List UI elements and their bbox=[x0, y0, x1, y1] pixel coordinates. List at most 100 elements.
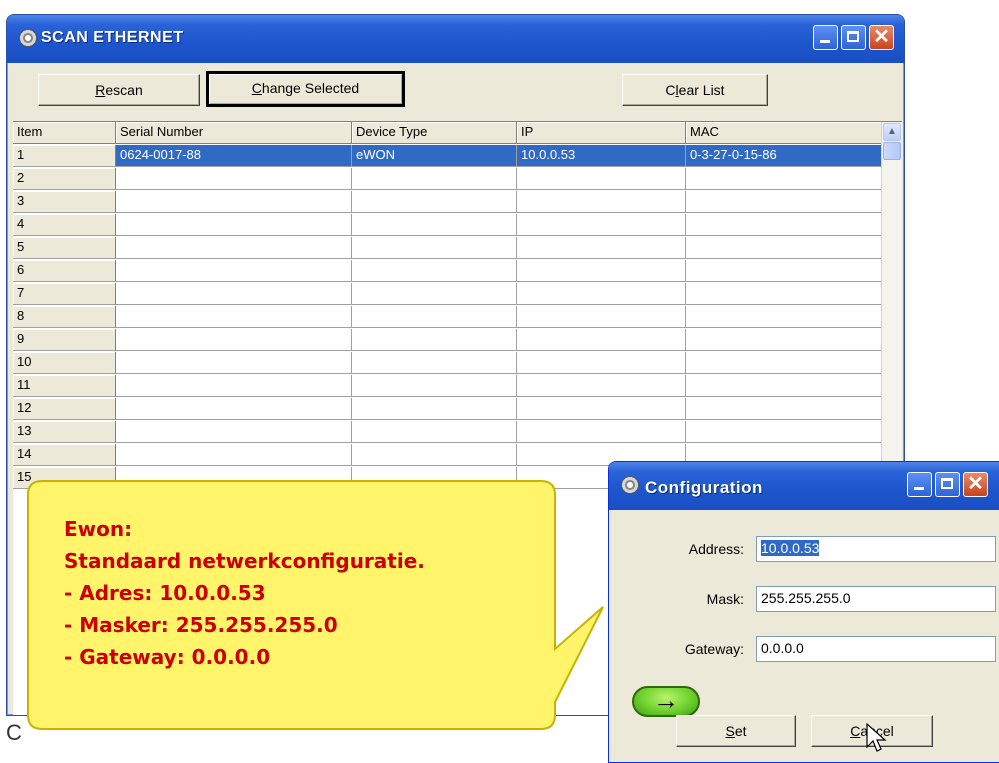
cell-ip[interactable] bbox=[517, 260, 686, 282]
cell-item[interactable]: 10 bbox=[13, 352, 116, 374]
callout-line: - Adres: 10.0.0.53 bbox=[64, 581, 266, 605]
cell-type[interactable] bbox=[352, 444, 517, 466]
change-selected-button[interactable]: Change Selected bbox=[206, 71, 405, 107]
cell-serial[interactable] bbox=[116, 375, 352, 397]
cell-mac[interactable] bbox=[686, 398, 882, 420]
cell-item[interactable]: 5 bbox=[13, 237, 116, 259]
address-field[interactable]: 10.0.0.53 bbox=[756, 536, 996, 562]
scroll-up-icon[interactable]: ▲ bbox=[883, 123, 901, 141]
close-button[interactable]: ✕ bbox=[869, 25, 894, 50]
cell-mac[interactable]: 0-3-27-0-15-86 bbox=[686, 145, 882, 167]
cell-mac[interactable] bbox=[686, 214, 882, 236]
mask-field[interactable]: 255.255.255.0 bbox=[756, 586, 996, 612]
cell-type[interactable] bbox=[352, 421, 517, 443]
cell-ip[interactable] bbox=[517, 329, 686, 351]
cell-ip[interactable] bbox=[517, 237, 686, 259]
cell-serial[interactable] bbox=[116, 283, 352, 305]
cell-mac[interactable] bbox=[686, 237, 882, 259]
col-header-type[interactable]: Device Type bbox=[352, 122, 517, 144]
cell-ip[interactable] bbox=[517, 398, 686, 420]
cell-item[interactable]: 2 bbox=[13, 168, 116, 190]
cell-serial[interactable] bbox=[116, 168, 352, 190]
clear-list-label: Clear List bbox=[665, 82, 725, 98]
cell-ip[interactable] bbox=[517, 283, 686, 305]
title-bar[interactable]: SCAN ETHERNET ✕ bbox=[7, 15, 904, 63]
cell-mac[interactable] bbox=[686, 375, 882, 397]
cell-ip[interactable] bbox=[517, 168, 686, 190]
cell-item[interactable]: 8 bbox=[13, 306, 116, 328]
arrow-right-button[interactable]: → bbox=[632, 686, 700, 717]
cell-mac[interactable] bbox=[686, 168, 882, 190]
rescan-button[interactable]: Rescan bbox=[38, 74, 200, 106]
cell-mac[interactable] bbox=[686, 283, 882, 305]
cell-item[interactable]: 12 bbox=[13, 398, 116, 420]
cell-mac[interactable] bbox=[686, 191, 882, 213]
cell-ip[interactable] bbox=[517, 306, 686, 328]
cell-item[interactable]: 3 bbox=[13, 191, 116, 213]
address-value: 10.0.0.53 bbox=[761, 540, 820, 556]
cell-serial[interactable] bbox=[116, 329, 352, 351]
callout-text: Ewon: Standaard netwerkconfiguratie. - A… bbox=[64, 513, 425, 673]
maximize-button[interactable] bbox=[841, 25, 866, 50]
set-button[interactable]: Set bbox=[676, 715, 796, 747]
dialog-close-button[interactable]: ✕ bbox=[963, 472, 988, 497]
cell-item[interactable]: 14 bbox=[13, 444, 116, 466]
cell-mac[interactable] bbox=[686, 352, 882, 374]
cell-item[interactable]: 13 bbox=[13, 421, 116, 443]
cell-item[interactable]: 9 bbox=[13, 329, 116, 351]
cell-serial[interactable] bbox=[116, 214, 352, 236]
col-header-serial[interactable]: Serial Number bbox=[116, 122, 352, 144]
col-header-item[interactable]: Item bbox=[13, 122, 116, 144]
gateway-field[interactable]: 0.0.0.0 bbox=[756, 636, 996, 662]
cell-type[interactable] bbox=[352, 191, 517, 213]
dialog-maximize-button[interactable] bbox=[935, 472, 960, 497]
cell-ip[interactable] bbox=[517, 421, 686, 443]
cell-serial[interactable] bbox=[116, 260, 352, 282]
cell-item[interactable]: 11 bbox=[13, 375, 116, 397]
change-selected-label: Change Selected bbox=[251, 80, 360, 96]
dialog-title-bar[interactable]: Configuration ✕ bbox=[609, 462, 999, 510]
cell-type[interactable] bbox=[352, 214, 517, 236]
col-header-ip[interactable]: IP bbox=[517, 122, 686, 144]
mask-value: 255.255.255.0 bbox=[761, 590, 851, 606]
cell-type[interactable]: eWON bbox=[352, 145, 517, 167]
cell-type[interactable] bbox=[352, 283, 517, 305]
minimize-button[interactable] bbox=[813, 25, 838, 50]
cell-serial[interactable] bbox=[116, 306, 352, 328]
cell-serial[interactable] bbox=[116, 444, 352, 466]
cell-serial[interactable] bbox=[116, 421, 352, 443]
dialog-minimize-button[interactable] bbox=[907, 472, 932, 497]
col-header-mac[interactable]: MAC bbox=[686, 122, 882, 144]
cell-ip[interactable] bbox=[517, 214, 686, 236]
clear-list-button[interactable]: Clear List bbox=[622, 74, 768, 106]
set-label: Set bbox=[725, 723, 747, 739]
cell-type[interactable] bbox=[352, 398, 517, 420]
cell-mac[interactable] bbox=[686, 421, 882, 443]
cell-type[interactable] bbox=[352, 260, 517, 282]
cell-ip[interactable] bbox=[517, 352, 686, 374]
cell-serial[interactable]: 0624-0017-88 bbox=[116, 145, 352, 167]
cell-ip[interactable] bbox=[517, 375, 686, 397]
maximize-icon bbox=[847, 31, 859, 42]
cell-mac[interactable] bbox=[686, 306, 882, 328]
cell-item[interactable]: 7 bbox=[13, 283, 116, 305]
cell-type[interactable] bbox=[352, 375, 517, 397]
cell-item[interactable]: 6 bbox=[13, 260, 116, 282]
cell-type[interactable] bbox=[352, 352, 517, 374]
cell-serial[interactable] bbox=[116, 237, 352, 259]
cell-mac[interactable] bbox=[686, 329, 882, 351]
cell-serial[interactable] bbox=[116, 191, 352, 213]
cell-ip[interactable] bbox=[517, 191, 686, 213]
cell-type[interactable] bbox=[352, 168, 517, 190]
minimize-icon bbox=[820, 40, 830, 43]
cell-item[interactable]: 1 bbox=[13, 145, 116, 167]
cell-type[interactable] bbox=[352, 237, 517, 259]
cell-item[interactable]: 4 bbox=[13, 214, 116, 236]
cell-serial[interactable] bbox=[116, 352, 352, 374]
scroll-thumb[interactable] bbox=[883, 142, 901, 160]
cell-type[interactable] bbox=[352, 329, 517, 351]
cell-serial[interactable] bbox=[116, 398, 352, 420]
cell-type[interactable] bbox=[352, 306, 517, 328]
cell-ip[interactable]: 10.0.0.53 bbox=[517, 145, 686, 167]
cell-mac[interactable] bbox=[686, 260, 882, 282]
